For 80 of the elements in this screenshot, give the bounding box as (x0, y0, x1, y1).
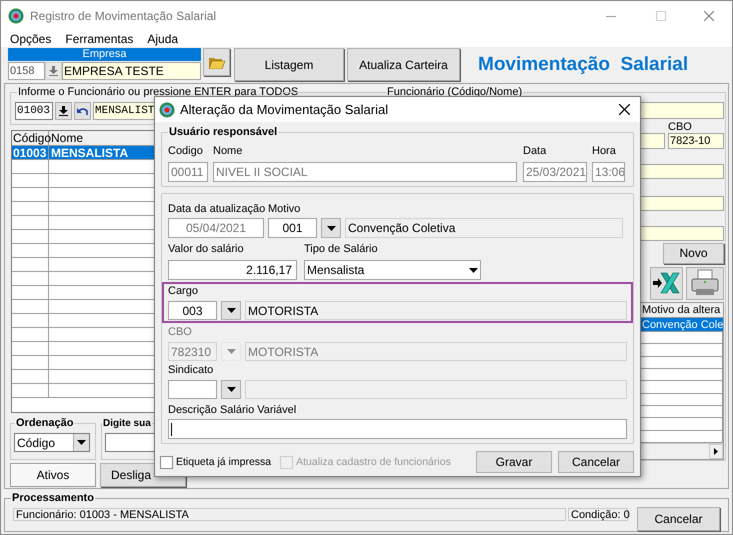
caret-down-icon (77, 440, 86, 445)
salary-type-select[interactable]: Mensalista (304, 260, 481, 280)
code-field[interactable]: 003 (168, 301, 217, 320)
window-title: Registro de Movimentação Salarial (30, 8, 218, 25)
cancel-button[interactable]: Cancelar (558, 451, 634, 473)
reason-field: Convenção Coletiva (345, 218, 623, 238)
checkbox[interactable] (160, 456, 173, 468)
field-label: Data da atualização (168, 203, 264, 216)
scroll-right-button[interactable] (709, 444, 723, 459)
toolbar-button[interactable]: Listagem (234, 48, 344, 81)
caret-down-icon (326, 226, 336, 230)
field-label: CBO (668, 120, 693, 133)
checkbox-label: Atualiza cadastro de funcionários (296, 456, 451, 468)
status-field: Funcionário: 01003 - MENSALISTA (13, 508, 566, 521)
open-folder-button[interactable] (203, 48, 230, 76)
caret-down-icon (469, 268, 478, 272)
lookup-button[interactable] (55, 102, 72, 120)
description-field: MOTORISTA (245, 301, 627, 320)
date-field[interactable]: 25/03/2021 (523, 162, 587, 182)
field-label: Motivo (268, 203, 302, 216)
field-label: Tipo de Salário (304, 243, 379, 256)
field-label: Codigo (168, 145, 204, 158)
globe-icon (8, 8, 24, 24)
table-cell[interactable]: Convenção Cole (641, 318, 723, 331)
salary-field[interactable]: 2.116,17 (168, 260, 297, 280)
dropdown-button[interactable] (221, 380, 241, 399)
caret-down-icon (226, 349, 236, 354)
menu-item[interactable]: Opções (10, 30, 52, 48)
field-label: Descrição Salário Variável (168, 404, 298, 417)
menu-item[interactable]: Ajuda (147, 30, 178, 48)
company-header: Empresa (8, 48, 201, 61)
condition-field: Condição: 0 (568, 508, 628, 521)
reason-code-field[interactable]: 001 (268, 218, 317, 238)
toolbar-button[interactable]: Atualiza Carteira (347, 48, 460, 81)
undo-button[interactable] (74, 102, 91, 120)
folder-icon (208, 56, 224, 68)
company-code-field[interactable]: 0158 (8, 62, 45, 80)
cancel-button[interactable]: Cancelar (637, 507, 720, 531)
caret-right-icon (714, 448, 718, 456)
variable-description-field[interactable] (168, 419, 627, 439)
field-label: Valor do salário (168, 243, 245, 256)
dialog-title: Alteração da Movimentação Salarial (180, 100, 388, 119)
tab[interactable]: Ativos (10, 463, 96, 487)
dropdown-button[interactable] (321, 218, 341, 238)
export-button[interactable] (650, 266, 683, 300)
group-legend: Ordenação (15, 417, 74, 430)
column-header[interactable]: Motivo da altera (641, 302, 723, 317)
ordering-select[interactable]: Código (14, 433, 90, 452)
field-label: Hora (592, 145, 617, 158)
name-field[interactable]: NIVEL II SOCIAL (213, 162, 517, 182)
field-label: CBO (168, 326, 193, 339)
field-label: Data (523, 145, 548, 158)
dropdown-button[interactable] (221, 301, 241, 320)
caret-down-icon (226, 387, 236, 392)
arrow-x-icon (652, 272, 680, 294)
globe-icon (159, 102, 175, 118)
page-title: Movimentação Salarial (478, 53, 688, 77)
code-field[interactable]: 00011 (168, 162, 208, 182)
download-icon (49, 66, 58, 76)
field-label: Cargo (168, 285, 199, 298)
column-header[interactable]: Código (12, 131, 49, 145)
printer-icon (690, 269, 720, 298)
group-legend: Digite sua (102, 417, 152, 430)
menu-item[interactable]: Ferramentas (65, 30, 134, 48)
description-field: MOTORISTA (245, 342, 627, 361)
field-label: Nome (213, 145, 244, 158)
company-name-field[interactable]: EMPRESA TESTE (62, 62, 201, 80)
code-field[interactable] (168, 380, 217, 399)
caret-down-icon (226, 308, 236, 313)
cbo-field[interactable]: 7823-10 (668, 132, 724, 149)
undo-icon (77, 106, 88, 116)
group-legend: Usuário responsável (168, 126, 278, 139)
field-label: Sindicato (168, 364, 214, 377)
print-button[interactable] (686, 266, 724, 300)
download-icon (59, 106, 68, 116)
employee-code-field[interactable]: 01003 (15, 102, 53, 120)
new-button[interactable]: Novo (663, 242, 724, 264)
save-button[interactable]: Gravar (476, 451, 552, 473)
date-field[interactable]: 05/04/2021 (168, 218, 264, 238)
close-icon[interactable] (619, 104, 630, 115)
